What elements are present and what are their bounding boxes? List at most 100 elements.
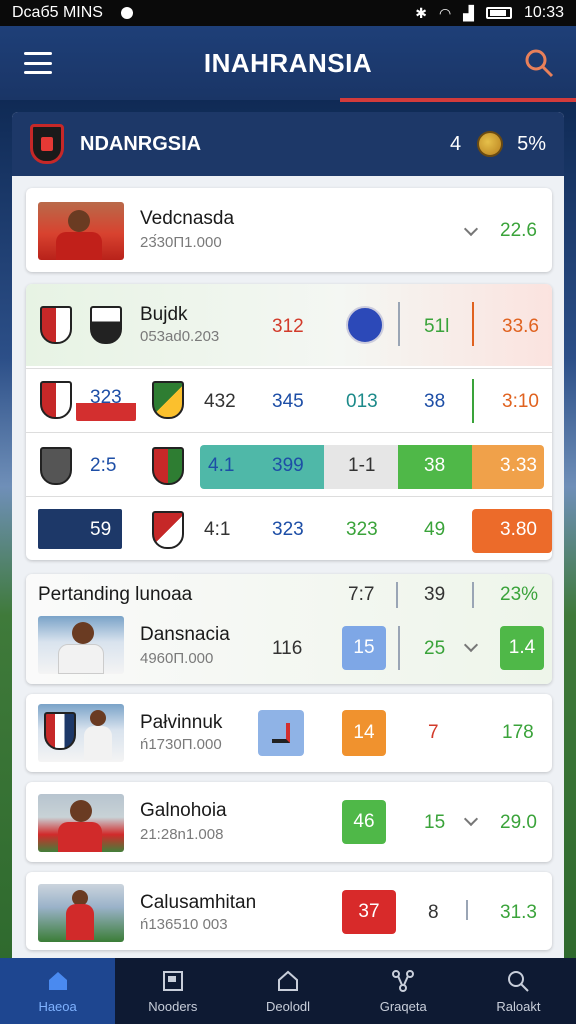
item-value: 14 (353, 722, 375, 743)
tab-search[interactable]: Raloakt (461, 958, 576, 1024)
table-row[interactable]: Bujdk 053ad0.203 312 51l 33.6 (26, 284, 552, 366)
match-subtitle: 053ad0.203 (140, 328, 220, 345)
chevron-down-icon[interactable] (463, 811, 479, 827)
tab-schedule[interactable]: Deolodl (230, 958, 345, 1024)
match-title: Bujdk (140, 304, 188, 325)
item-value: 15 (424, 812, 446, 833)
item-value: 22.6 (500, 220, 537, 241)
status-time: 10:33 (523, 4, 564, 21)
team-crest-icon (40, 381, 72, 419)
row-value: 3:10 (502, 391, 539, 412)
item-subtitle: ń1730П.000 (140, 736, 222, 753)
team-crest-icon (152, 447, 184, 485)
team-crest-icon (30, 124, 64, 164)
player-thumbnail (38, 884, 124, 942)
tab-stats[interactable]: Graqeta (346, 958, 461, 1024)
table-row[interactable]: 2:5 4.1 399 1-1 38 3.33 (26, 432, 552, 496)
chevron-down-icon[interactable] (463, 637, 479, 653)
match-value: 51l (424, 316, 450, 337)
item-subtitle: 23́30П1.000 (140, 234, 222, 251)
item-value: 8 (428, 902, 439, 923)
item-value: 29.0 (500, 812, 537, 833)
item-value: 7 (428, 722, 439, 743)
match-value: 33.6 (502, 316, 539, 337)
player-thumbnail (38, 202, 124, 260)
club-badge-icon (346, 306, 384, 344)
score-text: 323 (90, 387, 122, 408)
team-percent: 5% (517, 132, 546, 155)
player-thumbnail (38, 704, 124, 762)
row-value: 013 (346, 391, 378, 412)
item-title: Calusamhitan (140, 892, 257, 913)
item-value: 46 (353, 811, 375, 832)
tab-news[interactable]: Nooders (115, 958, 230, 1024)
item-subtitle: 21:28n1.008 (140, 826, 224, 843)
row-value: 38 (424, 455, 446, 476)
notification-icon (120, 7, 133, 19)
item-title: Pałvinnuk (140, 712, 223, 733)
row-value: 49 (424, 519, 446, 540)
app-title: INAHRANSIA (203, 47, 373, 78)
app-bar: INAHRANSIA (0, 26, 576, 102)
stat-cell: 14 (342, 710, 386, 756)
row-value: 345 (272, 391, 304, 412)
item-value: 25 (424, 638, 446, 659)
list-item[interactable]: Galnohoia 21:28n1.008 46 15 29.0 (26, 782, 552, 862)
news-icon (162, 970, 183, 991)
section-value: 7:7 (348, 584, 375, 605)
ball-icon (477, 131, 504, 157)
section-title: Pertanding lunoaa (38, 584, 193, 605)
signal-icon: ▟ (463, 4, 474, 21)
row-value: 323 (346, 519, 378, 540)
team-number: 4 (449, 132, 462, 155)
stat-cell: 46 (342, 800, 386, 844)
player-thumbnail (38, 794, 124, 852)
section-value: 23% (500, 584, 539, 605)
table-row[interactable]: 59 4:1 323 323 49 3.80 (26, 496, 552, 560)
row-value: 323 (272, 519, 304, 540)
row-value: 38 (424, 391, 446, 412)
tab-label: Nooders (148, 998, 198, 1014)
stat-cell: 15 (342, 626, 386, 670)
score-text: 59 (90, 519, 112, 540)
bluetooth-icon: ✱ (415, 4, 427, 21)
player-thumbnail (38, 616, 124, 674)
chevron-down-icon[interactable] (463, 221, 479, 237)
team-crest-icon (40, 447, 72, 485)
team-crest-icon (152, 511, 184, 549)
item-value: 116 (272, 638, 303, 659)
team-name: NDANRGSIA (80, 132, 202, 155)
list-item[interactable]: Vedcnasda 23́30П1.000 22.6 (26, 188, 552, 272)
item-title: Vedcnasda (140, 208, 235, 229)
network-icon (392, 969, 415, 992)
match-value: 312 (272, 316, 304, 337)
team-header[interactable]: NDANRGSIA 4 5% (12, 112, 564, 176)
list-item[interactable]: Pałvinnuk ń1730П.000 14 7 178 (26, 694, 552, 772)
search-icon (508, 970, 530, 992)
table-row[interactable]: 323 432 345 013 38 3:10 (26, 368, 552, 432)
whistle-icon (258, 710, 304, 756)
tab-label: Haeoa (38, 998, 77, 1014)
score-text: 2:5 (90, 455, 117, 476)
row-value: 399 (272, 455, 304, 476)
home-icon (48, 971, 67, 990)
tab-home[interactable]: Haeoa (0, 958, 116, 1024)
row-value: 3.80 (500, 519, 537, 540)
row-value: 4.1 (208, 455, 235, 476)
section-card: Pertanding lunoaa 7:7 39 23% Dansnacia 4… (26, 574, 552, 684)
list-item[interactable]: Calusamhitan ń136510 003 37 8 31.3 (26, 872, 552, 950)
search-icon[interactable] (524, 48, 554, 78)
team-crest-icon (152, 381, 184, 419)
item-value: 15 (353, 637, 375, 658)
row-value: 3.33 (500, 455, 537, 476)
house-icon (278, 970, 298, 991)
row-value: 1-1 (348, 455, 376, 476)
active-indicator (340, 98, 576, 102)
team-crest-icon (90, 306, 122, 344)
status-carrier: Dcaб5 MINS (12, 4, 103, 21)
menu-icon[interactable] (24, 52, 52, 74)
bottom-nav: Haeoa Nooders Deolodl Graqeta Raloakt (0, 958, 576, 1024)
section-value: 39 (424, 584, 446, 605)
list-item[interactable]: Dansnacia 4960П.000 116 15 25 1.4 (26, 614, 552, 684)
status-bar: Dcaб5 MINS ✱ ◠ ▟ 10:33 (0, 0, 576, 26)
